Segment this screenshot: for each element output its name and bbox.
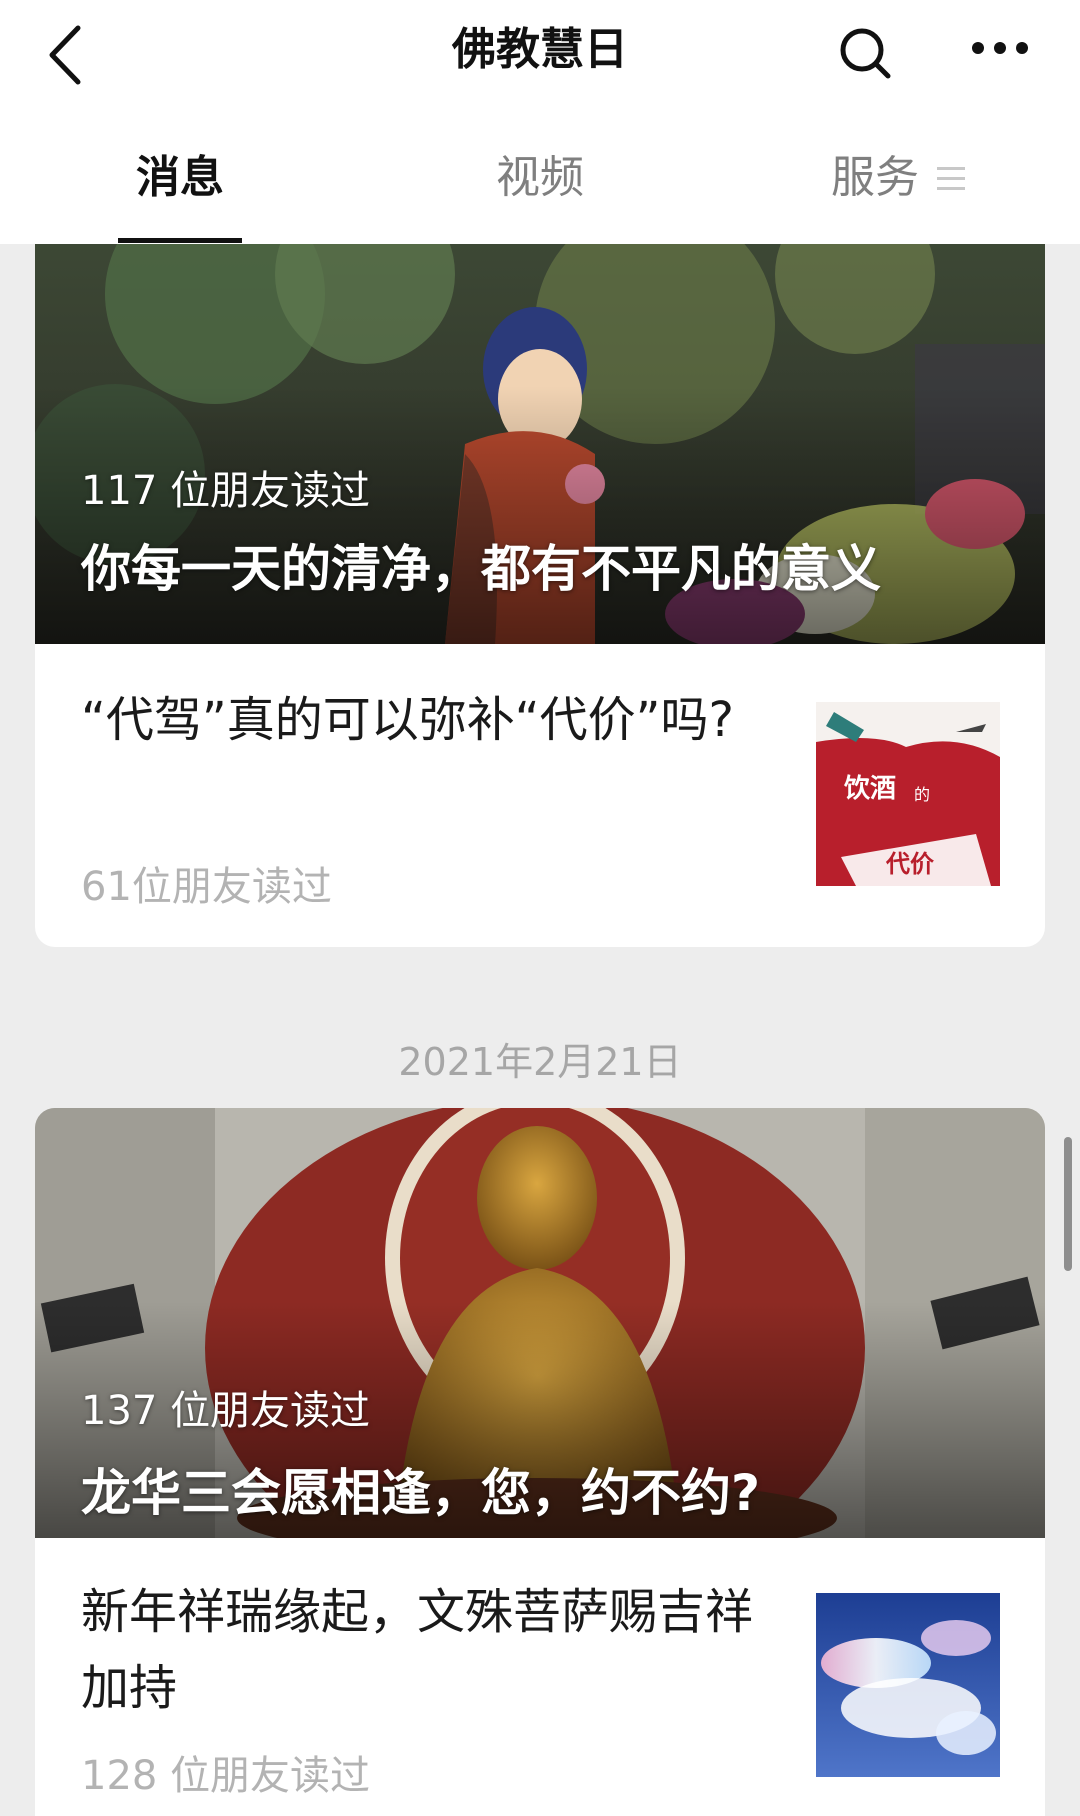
article-read-count: 61位朋友读过 xyxy=(81,864,332,910)
hero-read-count: 137 位朋友读过 xyxy=(81,1388,371,1434)
hero-article-title: 你每一天的清净，都有不平凡的意义 xyxy=(81,540,881,598)
menu-lines-icon xyxy=(937,167,965,190)
article-thumbnail xyxy=(816,1593,1000,1777)
search-button[interactable] xyxy=(830,18,900,88)
more-dots-icon xyxy=(972,42,1028,54)
iridescent-cloud-thumbnail xyxy=(816,1593,1000,1777)
article-read-count: 128 位朋友读过 xyxy=(81,1753,371,1799)
scrollbar-thumb[interactable] xyxy=(1064,1137,1072,1271)
page-title: 佛教慧日 xyxy=(452,24,628,75)
drinking-cost-thumbnail: 饮酒 的 代价 xyxy=(816,702,1000,886)
article-title: 新年祥瑞缘起，文殊菩萨赐吉祥加持 xyxy=(81,1584,754,1716)
article-item[interactable]: 新年祥瑞缘起，文殊菩萨赐吉祥加持 128 位朋友读过 xyxy=(35,1538,1045,1816)
featured-article[interactable]: 137 位朋友读过 龙华三会愿相逢，您，约不约? xyxy=(35,1108,1045,1538)
tab-videos[interactable]: 视频 xyxy=(470,112,610,244)
article-group-card: 137 位朋友读过 龙华三会愿相逢，您，约不约? 新年祥瑞缘起，文殊菩萨赐吉祥加… xyxy=(35,1108,1045,1816)
hero-read-count: 117 位朋友读过 xyxy=(81,468,371,514)
top-bar: 佛教慧日 xyxy=(0,0,1080,113)
article-title: “代驾”真的可以弥补“代价”吗? xyxy=(81,692,734,748)
hero-article-title: 龙华三会愿相逢，您，约不约? xyxy=(81,1464,761,1522)
tab-bar: 消息 视频 服务 xyxy=(0,112,1080,244)
date-separator: 2021年2月21日 xyxy=(398,1040,682,1084)
thumb-text-of: 的 xyxy=(914,785,930,804)
search-icon xyxy=(840,28,891,79)
message-feed[interactable]: 117 位朋友读过 你每一天的清净，都有不平凡的意义 “代驾”真的可以弥补“代价… xyxy=(0,244,1080,1816)
tab-messages[interactable]: 消息 xyxy=(110,112,250,244)
thumb-text-drinking: 饮酒 xyxy=(843,774,896,804)
thumb-text-cost: 代价 xyxy=(885,850,935,878)
article-item[interactable]: “代驾”真的可以弥补“代价”吗? 61位朋友读过 饮酒 的 代价 xyxy=(35,644,1045,947)
article-group-card: 117 位朋友读过 你每一天的清净，都有不平凡的意义 “代驾”真的可以弥补“代价… xyxy=(35,244,1045,947)
more-button[interactable] xyxy=(962,18,1042,88)
article-thumbnail: 饮酒 的 代价 xyxy=(816,702,1000,886)
featured-article[interactable]: 117 位朋友读过 你每一天的清净，都有不平凡的意义 xyxy=(35,244,1045,644)
tab-services[interactable]: 服务 xyxy=(805,112,945,244)
active-tab-indicator xyxy=(118,238,242,243)
